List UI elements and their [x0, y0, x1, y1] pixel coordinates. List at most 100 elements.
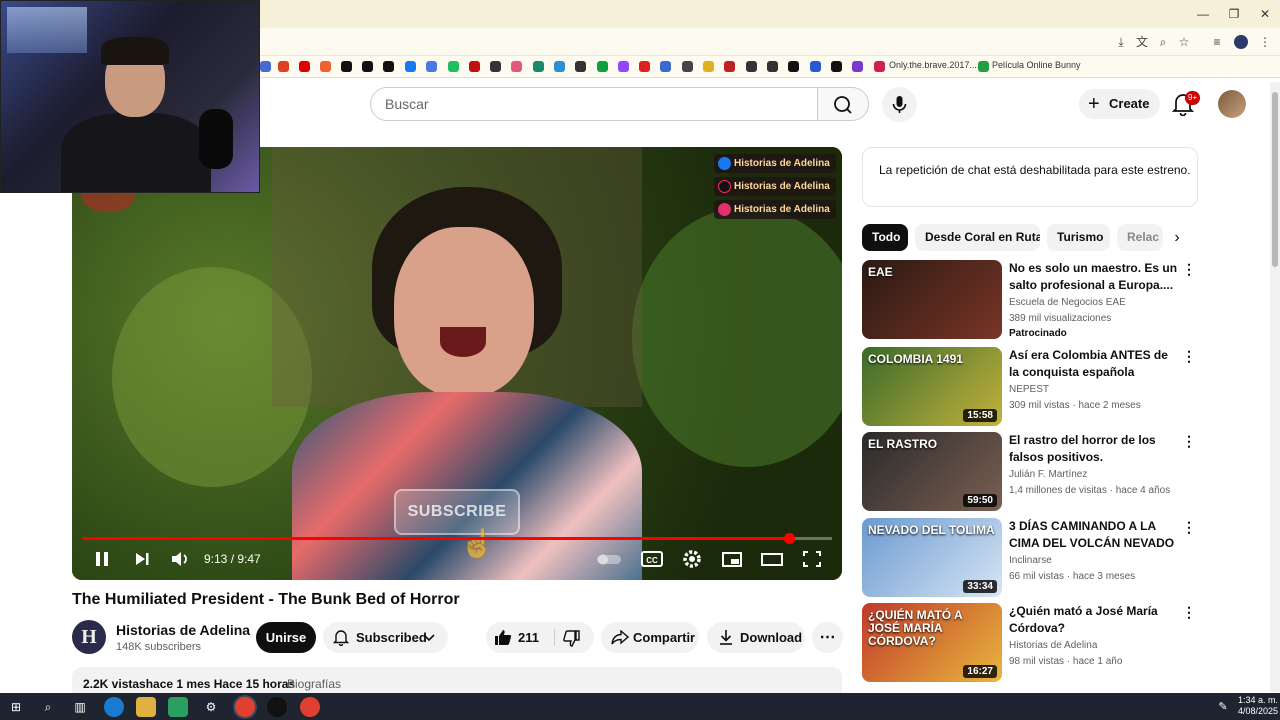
bookmark-icon[interactable]	[490, 61, 501, 72]
chip-desde-coral[interactable]: Desde Coral en Ruta	[915, 224, 1040, 251]
recommendation-title[interactable]: Así era Colombia ANTES de la conquista e…	[1009, 347, 1179, 381]
recommendation-item[interactable]: COLOMBIA 1491 15:58 Así era Colombia ANTES…	[862, 347, 1198, 427]
channel-avatar[interactable]: H	[72, 620, 106, 654]
voice-search-button[interactable]	[882, 87, 917, 122]
fullscreen-button[interactable]	[798, 545, 826, 573]
chevron-right-icon[interactable]: ›	[1168, 228, 1186, 248]
join-button[interactable]: Unirse	[256, 622, 316, 653]
channel-name[interactable]: Historias de Adelina	[116, 622, 250, 638]
category-link[interactable]: Biografías	[287, 677, 341, 691]
task-view-icon[interactable]: ▥	[70, 697, 90, 717]
recommendation-title[interactable]: ¿Quién mató a José María Córdova?	[1009, 603, 1179, 637]
whatsapp-icon[interactable]	[448, 61, 459, 72]
miniplayer-button[interactable]	[718, 545, 746, 573]
recommendation-channel[interactable]: Julián F. Martínez	[1009, 469, 1087, 480]
bookmark-icon[interactable]	[703, 61, 714, 72]
video-player[interactable]: Historias de Adelina Historias de Adelin…	[72, 147, 842, 580]
bookmark-icon[interactable]	[511, 61, 522, 72]
chip-turismo[interactable]: Turismo	[1047, 224, 1110, 251]
bookmark-icon[interactable]	[788, 61, 799, 72]
install-app-icon[interactable]: ⤓	[1112, 34, 1130, 50]
recommendation-item[interactable]: ¿QUIÉN MATÓ A JOSÉ MARÍA CÓRDOVA? 16:27 ¿Q…	[862, 603, 1198, 683]
store-icon[interactable]	[168, 697, 188, 717]
windows-start-icon[interactable]: ⊞	[6, 697, 26, 717]
video-thumbnail[interactable]: NEVADO DEL TOLIMA 33:34	[862, 518, 1002, 597]
more-vertical-icon[interactable]: ⋮	[1182, 262, 1196, 276]
pen-icon[interactable]: ✎	[1213, 697, 1233, 717]
bookmark-icon[interactable]	[746, 61, 757, 72]
scrollbar-thumb[interactable]	[1272, 92, 1278, 267]
more-vertical-icon[interactable]: ⋮	[1182, 349, 1196, 363]
chrome-icon[interactable]	[300, 697, 320, 717]
video-thumbnail[interactable]: COLOMBIA 1491 15:58	[862, 347, 1002, 426]
more-menu-icon[interactable]: ⋮	[1256, 34, 1274, 50]
share-button[interactable]: Compartir	[601, 622, 699, 653]
bookmark-icon[interactable]	[810, 61, 821, 72]
search-input[interactable]: Buscar	[370, 87, 818, 121]
more-vertical-icon[interactable]: ⋮	[1182, 520, 1196, 534]
bookmark-icon[interactable]	[874, 61, 885, 72]
pause-button[interactable]	[88, 545, 116, 573]
bookmark-icon[interactable]	[575, 61, 586, 72]
recommendation-item[interactable]: EL RASTRO 59:50 El rastro del horror de lo…	[862, 432, 1198, 512]
recommendation-channel[interactable]: Inclinarse	[1009, 555, 1052, 566]
obs-icon[interactable]	[267, 697, 287, 717]
video-thumbnail[interactable]: ¿QUIÉN MATÓ A JOSÉ MARÍA CÓRDOVA? 16:27	[862, 603, 1002, 682]
download-button[interactable]: Download	[707, 622, 805, 653]
tiktok-icon[interactable]	[341, 61, 352, 72]
bookmark-icon[interactable]	[260, 61, 271, 72]
bookmark-icon[interactable]	[554, 61, 565, 72]
chrome-icon[interactable]	[235, 697, 255, 717]
bookmark-icon[interactable]	[767, 61, 778, 72]
recommendation-item[interactable]: NEVADO DEL TOLIMA 33:34 3 DÍAS CAMINANDO A…	[862, 518, 1198, 598]
recommendation-channel[interactable]: Historias de Adelina	[1009, 640, 1097, 651]
next-button[interactable]	[128, 545, 156, 573]
restore-icon[interactable]: ❐	[1219, 4, 1249, 24]
autoplay-toggle[interactable]	[594, 545, 624, 573]
search-icon[interactable]: ⌕	[38, 697, 58, 717]
file-explorer-icon[interactable]	[136, 697, 156, 717]
edge-icon[interactable]	[104, 697, 124, 717]
x-icon[interactable]	[362, 61, 373, 72]
bookmark-star-icon[interactable]: ☆	[1175, 34, 1193, 50]
more-actions-button[interactable]: ⋯	[812, 622, 843, 653]
captions-button[interactable]: CC	[638, 545, 666, 573]
search-button[interactable]	[817, 87, 869, 121]
thumbs-up-icon[interactable]	[494, 629, 512, 646]
bookmark-icon[interactable]	[383, 61, 394, 72]
twitch-icon[interactable]	[618, 61, 629, 72]
more-vertical-icon[interactable]: ⋮	[1182, 434, 1196, 448]
meta-icon[interactable]	[426, 61, 437, 72]
recommendation-title[interactable]: No es solo un maestro. Es un salto profe…	[1009, 260, 1179, 294]
video-thumbnail[interactable]: EAE	[862, 260, 1002, 339]
bookmark-link[interactable]: Película Online Bunny	[992, 60, 1081, 70]
bookmark-icon[interactable]	[724, 61, 735, 72]
bookmark-icon[interactable]	[320, 61, 331, 72]
bookmark-icon[interactable]	[831, 61, 842, 72]
bookmark-icon[interactable]	[639, 61, 650, 72]
subscribed-button[interactable]: Subscribed	[323, 622, 448, 653]
bookmark-icon[interactable]	[278, 61, 289, 72]
bookmark-icon[interactable]	[597, 61, 608, 72]
more-vertical-icon[interactable]: ⋮	[1182, 605, 1196, 619]
facebook-icon[interactable]	[405, 61, 416, 72]
recommendation-title[interactable]: 3 DÍAS CAMINANDO A LA CIMA DEL VOLCÁN NE…	[1009, 518, 1179, 552]
account-avatar[interactable]	[1218, 90, 1246, 118]
bookmark-icon[interactable]	[660, 61, 671, 72]
chip-relac[interactable]: Relac	[1117, 224, 1163, 251]
theater-mode-button[interactable]	[758, 545, 786, 573]
recommendation-title[interactable]: El rastro del horror de los falsos posit…	[1009, 432, 1179, 466]
clock[interactable]: 1:34 a. m. 4/08/2025	[1238, 695, 1278, 717]
bookmark-icon[interactable]	[682, 61, 693, 72]
bookmark-icon[interactable]	[852, 61, 863, 72]
close-icon[interactable]: ✕	[1250, 4, 1280, 24]
settings-button[interactable]	[678, 545, 706, 573]
reading-list-icon[interactable]: ≡	[1208, 34, 1226, 50]
zoom-icon[interactable]: ⌕	[1154, 34, 1172, 50]
bookmark-icon[interactable]	[978, 61, 989, 72]
thumbs-down-icon[interactable]	[562, 630, 580, 647]
scrubber-handle[interactable]	[783, 533, 795, 544]
chip-todo[interactable]: Todo	[862, 224, 908, 251]
bookmark-icon[interactable]	[533, 61, 544, 72]
like-count[interactable]: 211	[518, 622, 539, 653]
